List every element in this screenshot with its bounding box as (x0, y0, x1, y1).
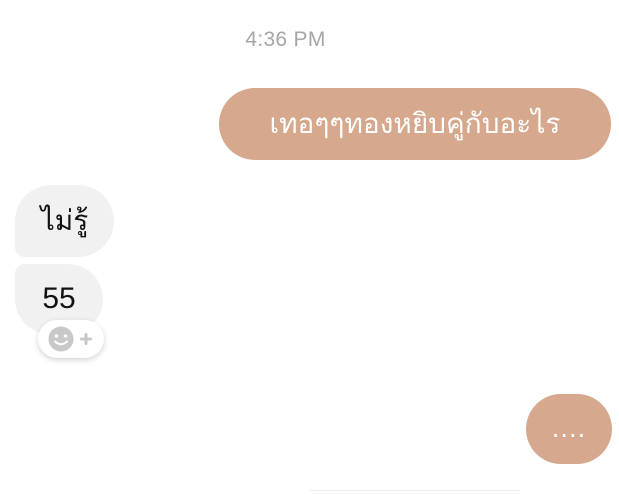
outgoing-message-bubble[interactable]: เทอๆๆทองหยิบคู่กับอะไร (219, 88, 611, 160)
incoming-message-bubble[interactable]: ไม่รู้ (15, 185, 114, 257)
message-timestamp: 4:36 PM (245, 28, 326, 51)
add-reaction-button[interactable] (38, 320, 104, 358)
smiley-plus-icon (48, 326, 92, 352)
divider (310, 490, 520, 491)
typing-indicator: .... (526, 394, 612, 464)
